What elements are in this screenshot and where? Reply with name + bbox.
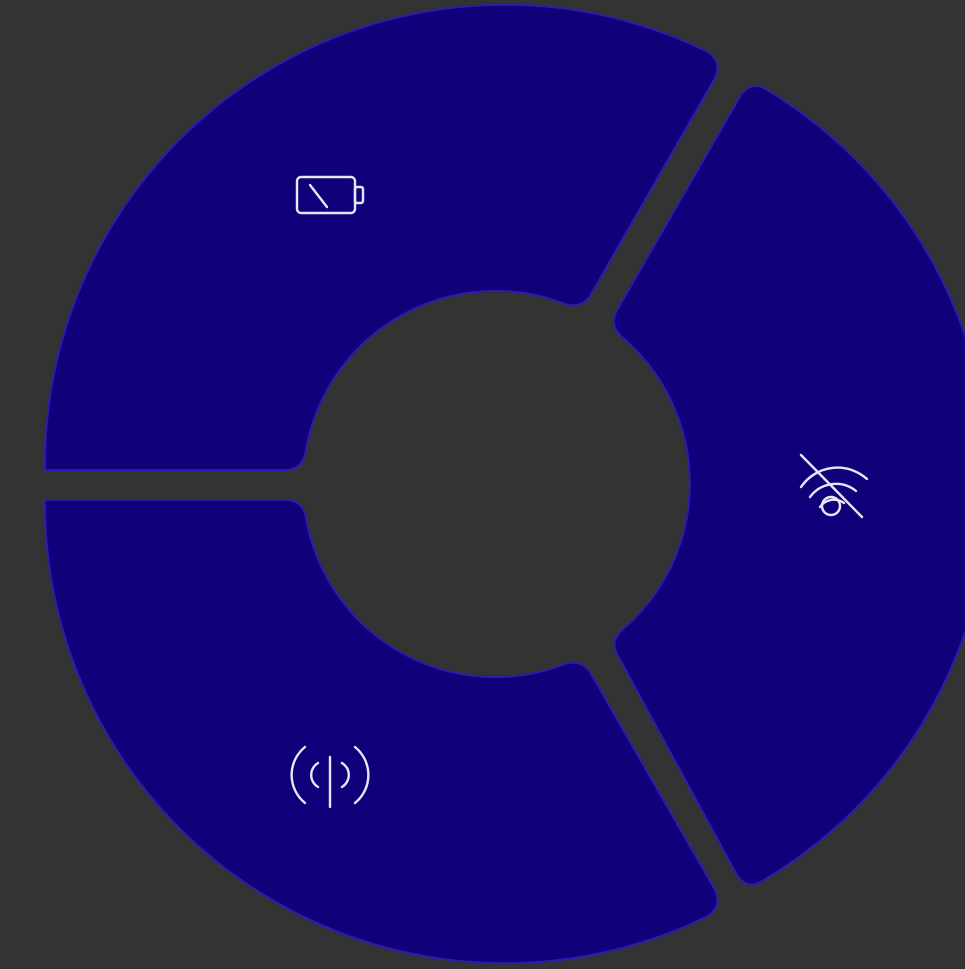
radial-menu — [0, 0, 965, 969]
radial-menu-canvas — [0, 0, 965, 969]
